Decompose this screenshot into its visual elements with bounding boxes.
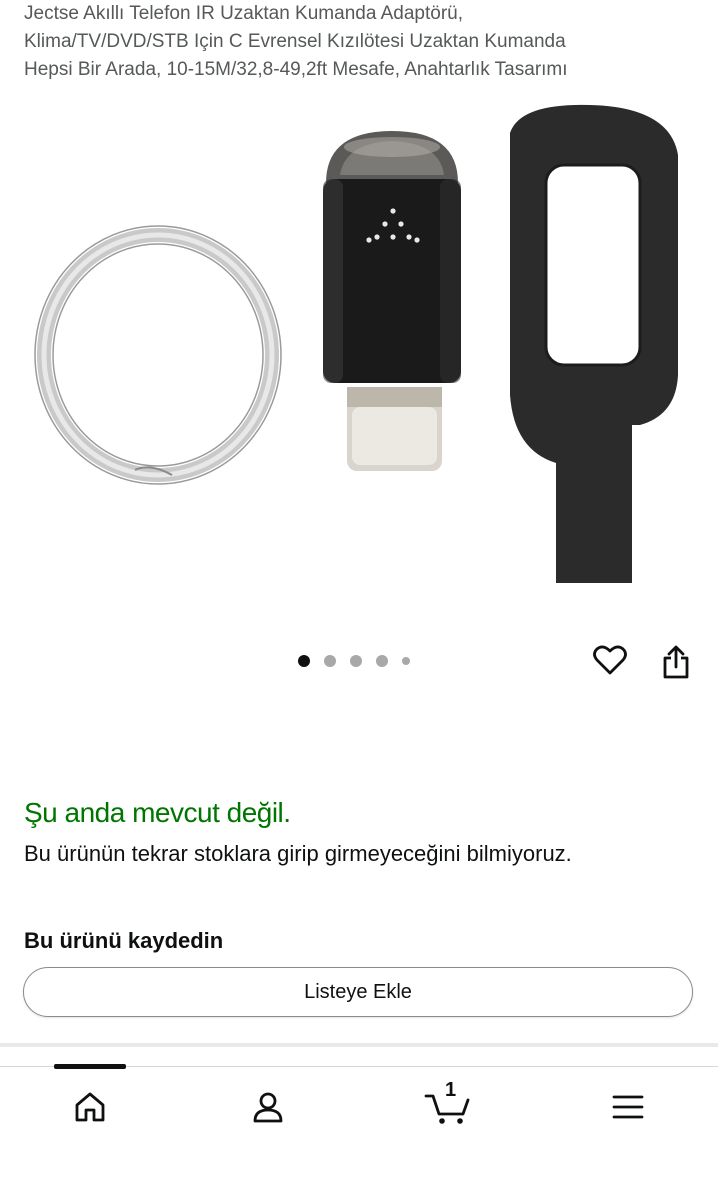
- wishlist-button[interactable]: [588, 638, 632, 682]
- product-title: Jectse Akıllı Telefon IR Uzaktan Kumanda…: [24, 3, 568, 80]
- add-to-list-label: Listeye Ekle: [304, 980, 412, 1003]
- section-divider: [0, 1043, 718, 1047]
- nav-menu[interactable]: [598, 1085, 658, 1129]
- availability-status: Şu anda mevcut değil.: [24, 797, 291, 828]
- keyring-image: [34, 225, 282, 485]
- ir-adapter-image: [323, 131, 461, 471]
- gallery-pagination[interactable]: [298, 653, 410, 669]
- pagination-dot[interactable]: [376, 655, 388, 667]
- pagination-dot[interactable]: [350, 655, 362, 667]
- home-icon: [75, 1092, 105, 1122]
- pagination-dot[interactable]: [402, 657, 410, 665]
- availability-description: Bu ürünün tekrar stoklara girip girmeyec…: [24, 841, 572, 866]
- product-image-gallery[interactable]: [0, 95, 718, 635]
- active-tab-indicator: [54, 1064, 126, 1069]
- silicone-cover-image: [510, 104, 678, 583]
- nav-account[interactable]: [238, 1085, 298, 1129]
- share-button[interactable]: [654, 640, 698, 684]
- menu-icon: [612, 1095, 644, 1119]
- cart-count-badge: 1: [445, 1079, 457, 1101]
- bottom-navigation: 1: [0, 1064, 718, 1201]
- add-to-list-button[interactable]: Listeye Ekle: [23, 967, 693, 1017]
- account-icon: [253, 1092, 283, 1123]
- heart-icon: [593, 645, 627, 675]
- product-image: [34, 104, 678, 583]
- save-heading: Bu ürünü kaydedin: [24, 928, 224, 953]
- nav-home[interactable]: [60, 1085, 120, 1129]
- share-icon: [663, 645, 689, 679]
- nav-cart[interactable]: 1: [418, 1079, 478, 1129]
- pagination-dot-active[interactable]: [298, 655, 310, 667]
- pagination-dot[interactable]: [324, 655, 336, 667]
